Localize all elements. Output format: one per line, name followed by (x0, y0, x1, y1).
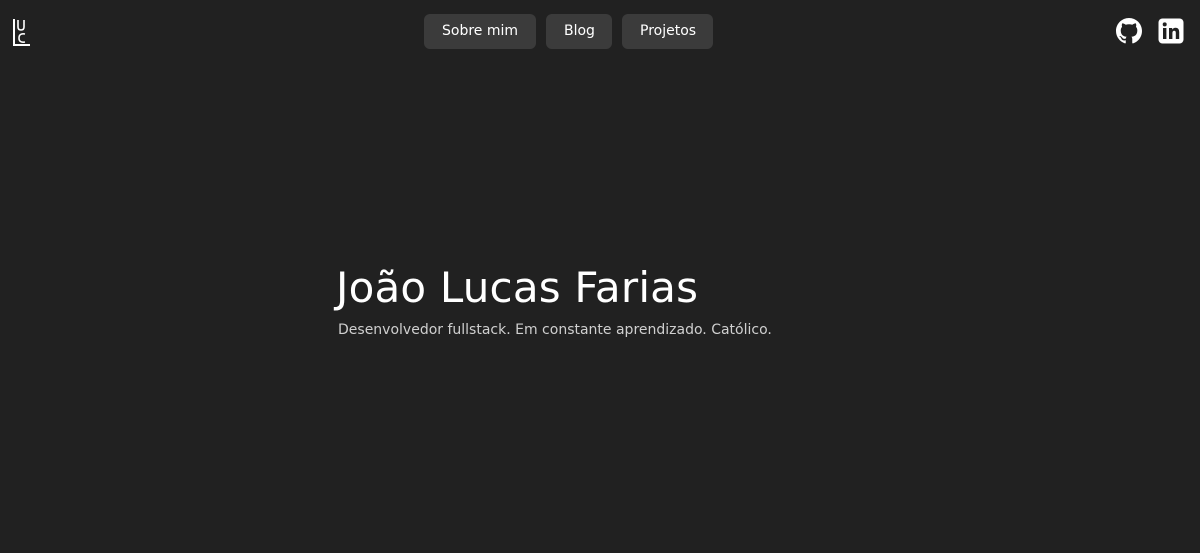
hero-tagline: Desenvolvedor fullstack. Em constante ap… (338, 322, 772, 338)
main-nav: Sobre mim Blog Projetos (424, 14, 713, 49)
hero: João Lucas Farias Desenvolvedor fullstac… (336, 260, 772, 338)
linkedin-icon[interactable] (1158, 18, 1184, 44)
hero-name: João Lucas Farias (336, 263, 699, 312)
nav-sobre-mim-button[interactable]: Sobre mim (424, 14, 536, 49)
github-icon[interactable] (1116, 18, 1142, 44)
social-links (1116, 18, 1184, 44)
ulc-logo-icon[interactable] (13, 18, 31, 46)
nav-projetos-button[interactable]: Projetos (622, 14, 713, 49)
page: Sobre mim Blog Projetos João Lucas Faria… (0, 0, 1200, 553)
nav-blog-button[interactable]: Blog (546, 14, 612, 49)
